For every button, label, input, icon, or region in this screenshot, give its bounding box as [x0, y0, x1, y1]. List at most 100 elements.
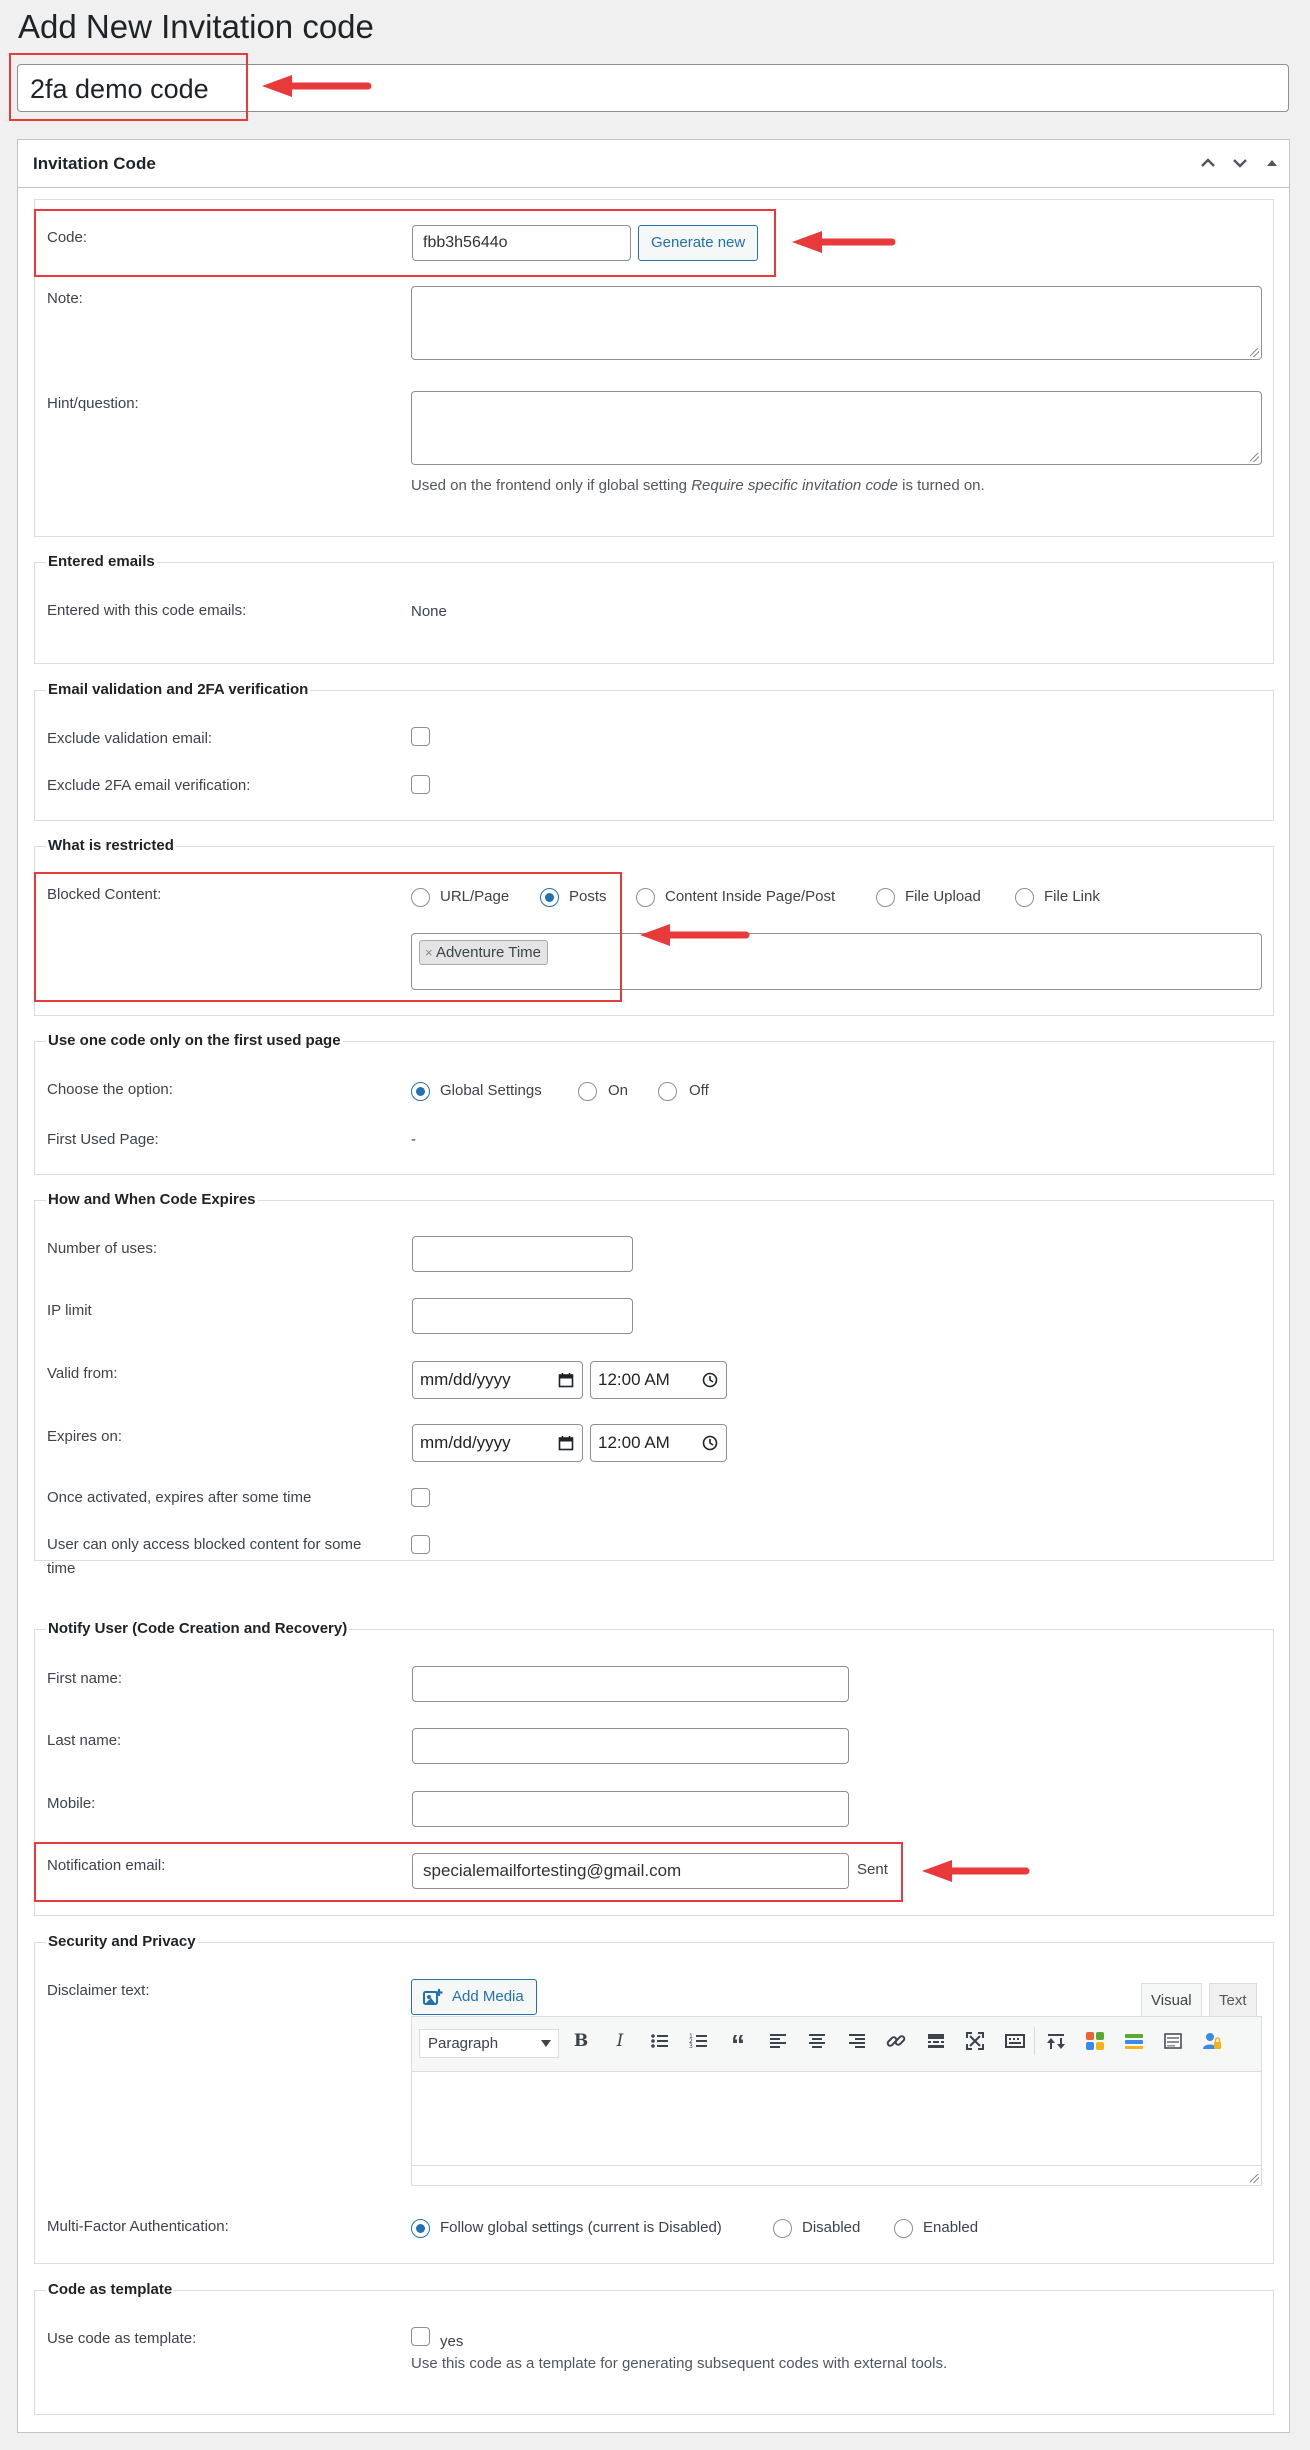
first-name-input[interactable]	[412, 1666, 849, 1702]
expires-on-time-input[interactable]: 12:00 AM	[590, 1424, 727, 1462]
mfa-label: Multi-Factor Authentication:	[47, 2218, 229, 2235]
hint-description: Used on the frontend only if global sett…	[411, 477, 985, 494]
radio-mfa-disabled[interactable]	[773, 2219, 792, 2238]
once-activated-label: Once activated, expires after some time	[47, 1489, 312, 1506]
resize-grip-icon[interactable]	[1250, 348, 1259, 357]
mobile-label: Mobile:	[47, 1795, 96, 1812]
fullscreen-icon[interactable]	[964, 2030, 986, 2052]
last-name-input[interactable]	[412, 1728, 849, 1764]
radio-off[interactable]	[658, 1082, 677, 1101]
radio-on-label: On	[608, 1082, 629, 1099]
link-icon[interactable]	[885, 2030, 907, 2052]
hint-desc-text: Used on the frontend only if global sett…	[411, 477, 692, 494]
template-legend: Code as template	[46, 2281, 175, 2298]
exclude-2fa-label: Exclude 2FA email verification:	[47, 777, 251, 794]
chevron-up-icon[interactable]	[1197, 152, 1219, 174]
tab-visual[interactable]: Visual	[1141, 1983, 1202, 2016]
radio-mfa-disabled-label: Disabled	[802, 2219, 861, 2236]
expires-on-time-value: 12:00 AM	[598, 1433, 670, 1452]
valid-from-time-value: 12:00 AM	[598, 1370, 670, 1389]
svg-text:3: 3	[689, 2043, 693, 2050]
radio-mfa-enabled-label: Enabled	[923, 2219, 979, 2236]
valid-from-date-input[interactable]: mm/dd/yyyy	[412, 1361, 583, 1399]
toolbar-toggle-icon[interactable]	[1004, 2030, 1026, 2052]
calendar-icon[interactable]	[558, 1372, 574, 1388]
number-of-uses-input[interactable]	[412, 1236, 633, 1272]
tab-text[interactable]: Text	[1209, 1983, 1257, 2016]
radio-file-link-label: File Link	[1044, 888, 1100, 905]
blockquote-icon[interactable]: “	[727, 2030, 749, 2060]
radio-content-inside[interactable]	[636, 888, 655, 907]
user-lock-icon[interactable]	[1201, 2030, 1223, 2052]
format-select[interactable]: Paragraph	[419, 2029, 559, 2058]
valid-from-date-value: mm/dd/yyyy	[420, 1370, 511, 1389]
use-template-label: Use code as template:	[47, 2330, 197, 2347]
bullet-list-icon[interactable]	[649, 2030, 671, 2052]
radio-file-link[interactable]	[1015, 888, 1034, 907]
hint-textarea[interactable]	[411, 391, 1262, 465]
colored-blocks-icon[interactable]	[1084, 2030, 1106, 2052]
hint-desc-text-end: is turned on.	[897, 477, 985, 494]
ip-limit-input[interactable]	[412, 1298, 633, 1334]
radio-mfa-enabled[interactable]	[894, 2219, 913, 2238]
chevron-down-icon[interactable]	[1229, 152, 1251, 174]
disclaimer-label: Disclaimer text:	[47, 1982, 150, 1999]
expires-on-date-input[interactable]: mm/dd/yyyy	[412, 1424, 583, 1462]
entered-emails-value: None	[411, 603, 447, 620]
editor-body[interactable]	[412, 2073, 1261, 2166]
arrow-left-icon	[262, 75, 372, 97]
radio-file-upload-label: File Upload	[905, 888, 981, 905]
editor-statusbar	[412, 2165, 1261, 2185]
radio-on[interactable]	[578, 1082, 597, 1101]
radio-file-upload[interactable]	[876, 888, 895, 907]
radio-global-settings[interactable]	[411, 1082, 430, 1101]
mobile-input[interactable]	[412, 1791, 849, 1827]
security-legend: Security and Privacy	[46, 1933, 198, 1950]
align-right-icon[interactable]	[846, 2030, 868, 2052]
read-more-icon[interactable]	[925, 2030, 947, 2052]
hint-label: Hint/question:	[47, 395, 139, 412]
highlight-box-blocked	[34, 872, 622, 1002]
user-access-checkbox[interactable]	[411, 1535, 430, 1554]
radio-mfa-follow-global[interactable]	[411, 2219, 430, 2238]
exclude-2fa-checkbox[interactable]	[411, 775, 430, 794]
note-textarea[interactable]	[411, 286, 1262, 360]
arrow-left-icon	[640, 924, 750, 946]
align-center-icon[interactable]	[806, 2030, 828, 2052]
email-validation-section	[34, 690, 1274, 821]
arrow-left-icon	[792, 231, 896, 253]
first-name-label: First name:	[47, 1670, 123, 1687]
italic-icon[interactable]: I	[609, 2030, 631, 2052]
once-activated-checkbox[interactable]	[411, 1488, 430, 1507]
entered-emails-label: Entered with this code emails:	[47, 602, 247, 619]
calendar-icon[interactable]	[558, 1435, 574, 1451]
ip-limit-label: IP limit	[47, 1302, 92, 1319]
radio-off-label: Off	[689, 1082, 709, 1099]
collapse-triangle-icon[interactable]	[1261, 152, 1283, 174]
stacked-bars-icon[interactable]	[1123, 2030, 1145, 2052]
clock-icon[interactable]	[702, 1372, 718, 1388]
page-title: Add New Invitation code	[18, 8, 374, 45]
exclude-validation-checkbox[interactable]	[411, 727, 430, 746]
use-template-description: Use this code as a template for generati…	[411, 2355, 948, 2372]
clock-icon[interactable]	[702, 1435, 718, 1451]
caret-down-icon	[541, 2040, 551, 2047]
resize-grip-icon[interactable]	[1250, 453, 1259, 462]
expires-on-date-value: mm/dd/yyyy	[420, 1433, 511, 1452]
bold-icon[interactable]: B	[570, 2030, 592, 2052]
resize-grip-icon[interactable]	[1250, 2174, 1259, 2183]
expires-legend: How and When Code Expires	[46, 1191, 258, 1208]
add-media-button[interactable]: Add Media	[411, 1979, 537, 2015]
document-lines-icon[interactable]	[1162, 2030, 1184, 2052]
align-left-icon[interactable]	[767, 2030, 789, 2052]
use-template-checkbox-label: yes	[440, 2333, 464, 2350]
numbered-list-icon[interactable]: 123	[688, 2030, 710, 2052]
user-access-label-line2: time	[47, 1560, 76, 1577]
radio-mfa-follow-global-label: Follow global settings (current is Disab…	[440, 2219, 722, 2236]
valid-from-time-input[interactable]: 12:00 AM	[590, 1361, 727, 1399]
use-template-checkbox[interactable]	[411, 2327, 430, 2346]
one-code-legend: Use one code only on the first used page	[46, 1032, 343, 1049]
sort-arrows-icon[interactable]	[1045, 2030, 1067, 2052]
highlight-box-code	[34, 209, 776, 277]
highlight-box-title	[9, 53, 248, 121]
